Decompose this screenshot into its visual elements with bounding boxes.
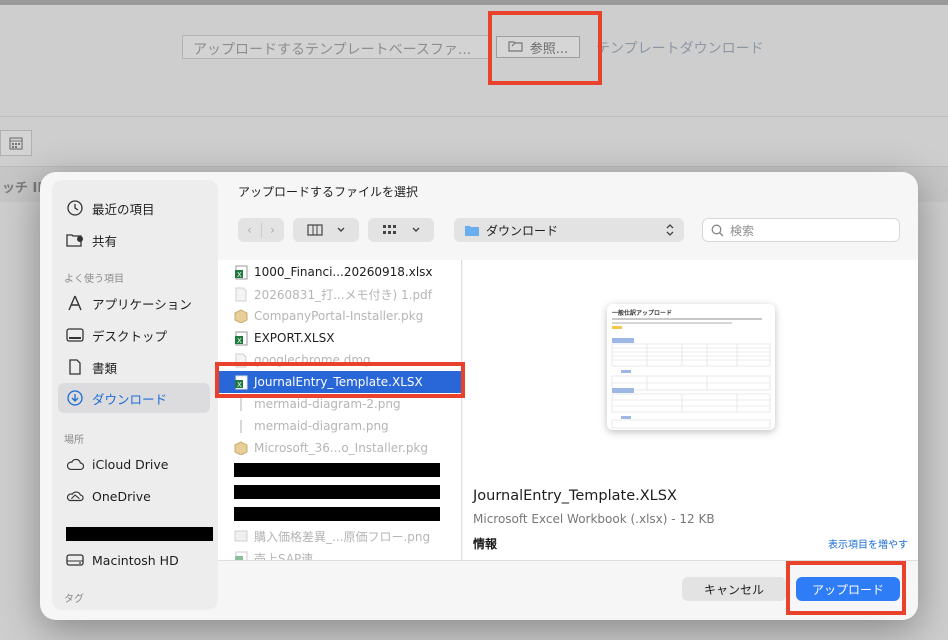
favorites-header: よく使う項目 — [64, 274, 124, 285]
sidebar: 最近の項目 共有 よく使う項目 アプリケーション デスクトップ 書類 ダウンロー… — [52, 180, 218, 610]
redacted-file — [234, 463, 440, 477]
cancel-button[interactable]: キャンセル — [682, 577, 786, 601]
location-popup[interactable]: ダウンロード — [454, 218, 684, 242]
preview-pane: 一般仕訳アップロード JournalEntry_Template.XLSX Mi… — [463, 260, 918, 560]
spreadsheet-thumbnail: 一般仕訳アップロード — [607, 304, 775, 430]
desktop-icon — [66, 326, 84, 344]
file-row: 売上SAP連... — [218, 547, 461, 561]
chevron-down-icon — [412, 227, 420, 232]
sidebar-item-label: アプリケーション — [92, 296, 192, 312]
highlight-browse — [488, 11, 602, 85]
dialog-title: アップロードするファイルを選択 — [238, 185, 419, 199]
columns-view-icon — [307, 224, 323, 236]
sidebar-item-recents[interactable]: 最近の項目 — [58, 194, 210, 222]
pdf-file-icon — [234, 286, 248, 302]
applications-icon — [66, 294, 84, 312]
chevron-down-icon — [337, 227, 345, 232]
chevron-updown-icon — [666, 224, 674, 236]
sidebar-item-label: 最近の項目 — [92, 201, 155, 217]
view-mode-button[interactable] — [293, 218, 359, 242]
template-upload-input[interactable]: アップロードするテンプレートベースファ... — [182, 35, 490, 59]
search-field[interactable]: 検索 — [702, 218, 900, 242]
template-download-link[interactable]: テンプレートダウンロード — [596, 38, 764, 58]
highlight-selected-file — [215, 362, 465, 398]
file-chooser-dialog: 最近の項目 共有 よく使う項目 アプリケーション デスクトップ 書類 ダウンロー… — [40, 172, 918, 620]
download-icon — [66, 389, 84, 407]
grid-view-icon — [383, 225, 396, 234]
file-name: EXPORT.XLSX — [254, 331, 335, 345]
sidebar-item-downloads[interactable]: ダウンロード — [58, 383, 210, 413]
preview-file-kind: Microsoft Excel Workbook (.xlsx) - 12 KB — [473, 512, 715, 526]
sidebar-item-documents[interactable]: 書類 — [58, 353, 210, 381]
file-row: CompanyPortal-Installer.pkg — [218, 305, 461, 327]
file-name: mermaid-diagram-2.png — [254, 397, 401, 411]
calendar-icon — [9, 137, 23, 150]
redacted-file — [234, 485, 440, 499]
svg-text:X: X — [237, 271, 242, 279]
file-row: 購入価格差異_...原価フロー.png — [218, 525, 461, 547]
sidebar-item-label: ダウンロード — [92, 391, 168, 407]
excel-file-icon: X — [234, 264, 248, 280]
clock-icon — [66, 199, 84, 217]
sidebar-item-label: iCloud Drive — [92, 456, 169, 472]
calendar-button[interactable] — [0, 130, 32, 156]
file-name: Microsoft_36...o_Installer.pkg — [254, 441, 428, 455]
file-row: 20260831_打...メモ付き) 1.pdf — [218, 283, 461, 305]
tags-header: タグ — [64, 594, 84, 605]
sidebar-item-shared[interactable]: 共有 — [58, 226, 210, 254]
file-name: mermaid-diagram.png — [254, 419, 389, 433]
file-name: CompanyPortal-Installer.pkg — [254, 309, 424, 323]
image-file-icon — [234, 418, 248, 434]
file-row[interactable]: X 1000_Financi...20260918.xlsx — [218, 261, 461, 283]
file-list: X 1000_Financi...20260918.xlsx 20260831_… — [218, 260, 462, 560]
file-row: mermaid-diagram.png — [218, 415, 461, 437]
shared-folder-icon — [66, 231, 84, 249]
redacted-location — [66, 527, 213, 541]
package-icon — [234, 308, 248, 324]
sidebar-item-onedrive[interactable]: OneDrive — [58, 482, 210, 510]
sidebar-item-label: OneDrive — [92, 488, 151, 504]
show-more-link[interactable]: 表示項目を増やす — [828, 536, 908, 551]
disk-icon — [66, 551, 84, 569]
spreadsheet-grid — [611, 318, 771, 429]
file-name: 20260831_打...メモ付き) 1.pdf — [254, 287, 432, 302]
sidebar-item-applications[interactable]: アプリケーション — [58, 289, 210, 317]
locations-header: 場所 — [64, 435, 84, 446]
file-row[interactable]: X EXPORT.XLSX — [218, 327, 461, 349]
sidebar-item-icloud[interactable]: iCloud Drive — [58, 450, 210, 478]
excel-file-icon — [234, 550, 248, 560]
back-forward-buttons[interactable]: ‹ › — [238, 218, 284, 242]
file-row: Microsoft_36...o_Installer.pkg — [218, 437, 461, 459]
file-name: 1000_Financi...20260918.xlsx — [254, 265, 433, 279]
svg-text:X: X — [237, 337, 242, 345]
search-placeholder: 検索 — [730, 223, 755, 238]
excel-file-icon: X — [234, 330, 248, 346]
cloud-icon — [66, 455, 84, 473]
chevron-right-icon[interactable]: › — [262, 223, 284, 237]
location-label: ダウンロード — [486, 223, 559, 238]
image-file-icon — [234, 528, 248, 544]
folder-icon — [465, 225, 479, 236]
file-name: 購入価格差異_...原価フロー.png — [254, 529, 431, 544]
sidebar-item-label: デスクトップ — [92, 328, 168, 344]
sidebar-item-desktop[interactable]: デスクトップ — [58, 321, 210, 349]
sidebar-item-label: 共有 — [92, 233, 118, 249]
onedrive-icon — [66, 487, 84, 505]
preview-info-header: 情報 — [473, 537, 498, 551]
sidebar-item-label: Macintosh HD — [92, 552, 179, 568]
redacted-file — [234, 507, 440, 521]
image-file-icon — [234, 396, 248, 412]
sidebar-item-macintosh-hd[interactable]: Macintosh HD — [58, 546, 210, 574]
search-icon — [711, 224, 724, 236]
file-name: 売上SAP連... — [254, 551, 325, 561]
divider — [0, 116, 948, 117]
document-icon — [66, 358, 84, 376]
package-icon — [234, 440, 248, 456]
highlight-upload-button — [786, 561, 906, 615]
grouping-button[interactable] — [368, 218, 434, 242]
preview-file-name: JournalEntry_Template.XLSX — [473, 488, 677, 504]
chevron-left-icon[interactable]: ‹ — [239, 223, 261, 237]
sidebar-item-label: 書類 — [92, 360, 118, 376]
